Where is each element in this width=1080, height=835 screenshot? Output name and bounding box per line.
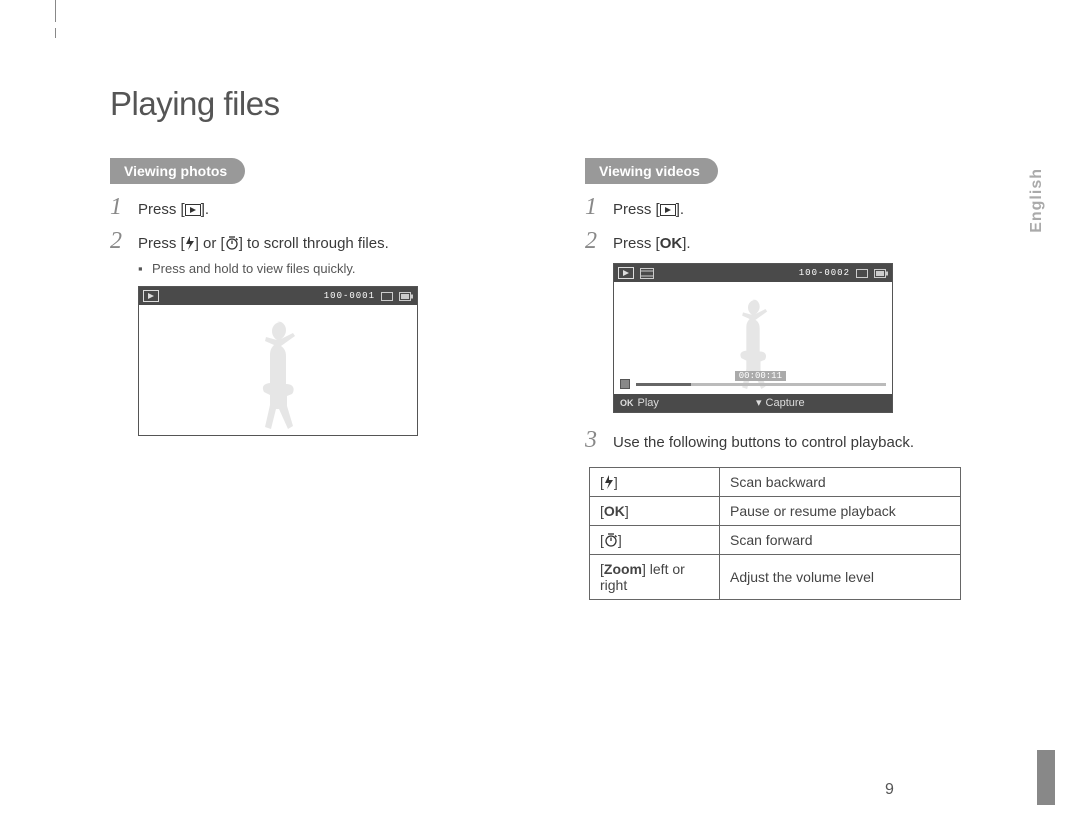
file-counter: 100-0002 <box>799 268 850 278</box>
language-tab: English <box>1019 168 1055 233</box>
timer-icon <box>225 236 239 250</box>
zoom-label: Zoom <box>604 561 642 577</box>
photos-column: Viewing photos 1 Press []. 2 Press [ ] or… <box>110 158 545 600</box>
table-row: [] Scan backward <box>590 467 961 496</box>
movie-icon <box>640 268 654 279</box>
bullet-text: Press and hold to view files quickly. <box>152 261 356 276</box>
battery-icon <box>874 269 888 278</box>
table-row: [] Scan forward <box>590 525 961 554</box>
videos-step-1: 1 Press []. <box>585 194 1020 222</box>
language-tab-marker <box>1037 750 1055 805</box>
battery-icon <box>399 292 413 301</box>
step-number: 2 <box>585 228 613 255</box>
video-lcd-preview: 100-0002 00:00:11 OK Play ▾ <box>613 263 893 413</box>
playback-icon <box>185 204 201 216</box>
step-number: 1 <box>110 194 138 221</box>
playback-icon <box>660 204 676 216</box>
page-number: 9 <box>885 781 894 799</box>
step-text: ] to scroll through files. <box>239 235 389 252</box>
videos-step-2: 2 Press [OK]. <box>585 228 1020 256</box>
ok-label: OK <box>660 235 683 252</box>
silhouette-image <box>243 315 313 435</box>
step-number: 2 <box>110 228 138 255</box>
table-cell: Pause or resume playback <box>720 496 961 525</box>
step-text: ]. <box>682 235 690 252</box>
step-text: Press [ <box>138 235 185 252</box>
step-text: ]. <box>676 201 684 218</box>
step-number: 1 <box>585 194 613 221</box>
videos-column: Viewing videos 1 Press []. 2 Press [OK].… <box>585 158 1020 600</box>
videos-step-3: 3 Use the following buttons to control p… <box>585 427 1020 455</box>
card-icon <box>381 292 393 301</box>
language-label: English <box>1028 168 1046 233</box>
ok-indicator: OK <box>620 398 634 408</box>
file-counter: 100-0001 <box>324 291 375 301</box>
section-label-photos: Viewing photos <box>110 158 245 184</box>
photos-step-2-bullet: ▪ Press and hold to view files quickly. <box>138 261 545 276</box>
table-cell: Scan forward <box>720 525 961 554</box>
stop-icon <box>620 379 630 389</box>
play-label: Play <box>638 397 659 409</box>
step-text: ] or [ <box>195 235 225 252</box>
down-arrow-icon: ▾ <box>756 398 762 409</box>
photo-lcd-preview: 100-0001 <box>138 286 418 436</box>
lcd-bottom-bar: OK Play ▾ Capture <box>614 394 892 412</box>
ok-label: OK <box>604 503 625 519</box>
step-text: Press [ <box>613 235 660 252</box>
flash-icon <box>185 236 195 250</box>
page-title: Playing files <box>110 85 1020 123</box>
table-cell: Scan backward <box>720 467 961 496</box>
flash-icon <box>604 475 614 489</box>
step-text: Use the following buttons to control pla… <box>613 432 914 455</box>
elapsed-time: 00:00:11 <box>735 371 786 381</box>
step-text: Press [ <box>138 201 185 218</box>
photos-step-1: 1 Press []. <box>110 194 545 222</box>
playback-mode-icon <box>143 290 159 302</box>
lcd-status-bar: 100-0001 <box>139 287 417 305</box>
table-cell: Adjust the volume level <box>720 554 961 599</box>
table-row: [OK] Pause or resume playback <box>590 496 961 525</box>
table-row: [Zoom] left or right Adjust the volume l… <box>590 554 961 599</box>
playback-controls-table: [] Scan backward [OK] Pause or resume pl… <box>589 467 961 600</box>
capture-label: Capture <box>766 397 805 409</box>
timer-icon <box>604 533 618 547</box>
step-text: ]. <box>201 201 209 218</box>
card-icon <box>856 269 868 278</box>
step-number: 3 <box>585 427 613 454</box>
step-text: Press [ <box>613 201 660 218</box>
section-label-videos: Viewing videos <box>585 158 718 184</box>
playback-mode-icon <box>618 267 634 279</box>
bullet-icon: ▪ <box>138 261 152 276</box>
photos-step-2: 2 Press [ ] or [ ] to scroll through files… <box>110 228 545 256</box>
progress-bar: 00:00:11 <box>620 377 886 391</box>
lcd-status-bar: 100-0002 <box>614 264 892 282</box>
